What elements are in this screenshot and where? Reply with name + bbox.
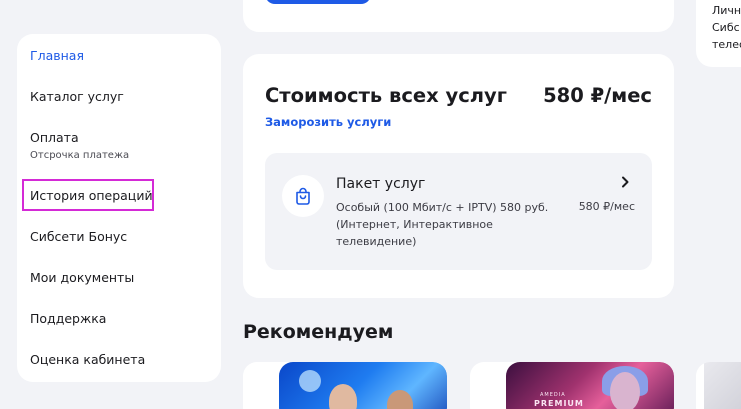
sidebar-item-payment[interactable]: Оплата [30, 130, 79, 145]
sidebar-item-payment-sub[interactable]: Отсрочка платежа [30, 150, 129, 161]
recommend-card[interactable] [243, 362, 447, 409]
recommend-card[interactable]: AMEDIA PREMIUM [470, 362, 674, 409]
premium-logo: PREMIUM [534, 399, 584, 408]
cost-title: Стоимость всех услуг [265, 84, 507, 107]
top-action-button[interactable] [265, 0, 371, 4]
right-panel: Личн Сибс телес [696, 0, 741, 67]
amedia-logo-small: AMEDIA [540, 392, 566, 398]
recommend-card-image [704, 362, 741, 409]
sidebar-item-history[interactable]: История операций [30, 188, 153, 203]
cost-total: 580 ₽/мес [543, 84, 652, 107]
recommend-card-image [279, 362, 447, 409]
package-icon-container [282, 175, 324, 217]
right-panel-line: телес [712, 38, 741, 51]
shopping-bag-icon [296, 187, 310, 205]
sidebar-item-documents[interactable]: Мои документы [30, 270, 134, 285]
right-panel-line: Личн [712, 4, 741, 17]
person-graphic [329, 384, 357, 409]
sidebar-item-home[interactable]: Главная [30, 48, 84, 63]
recommend-card[interactable] [696, 362, 741, 409]
service-package-item[interactable]: Пакет услуг Особый (100 Мбит/с + IPTV) 5… [265, 153, 652, 270]
person-graphic [610, 372, 640, 409]
package-price: 580 ₽/мес [578, 200, 635, 213]
freeze-services-link[interactable]: Заморозить услуги [265, 115, 391, 129]
light-bulb-graphic [299, 370, 321, 392]
person-graphic [387, 390, 413, 409]
sidebar-item-support[interactable]: Поддержка [30, 311, 106, 326]
sidebar-item-bonus[interactable]: Сибсети Бонус [30, 229, 127, 244]
recommend-heading: Рекомендуем [243, 321, 394, 343]
services-cost-card: Стоимость всех услуг 580 ₽/мес Заморозит… [243, 54, 674, 298]
right-panel-line: Сибс [712, 21, 740, 34]
sidebar-item-catalog[interactable]: Каталог услуг [30, 89, 124, 104]
recommend-card-image: AMEDIA PREMIUM [506, 362, 674, 409]
package-description: Особый (100 Мбит/с + IPTV) 580 руб. (Инт… [336, 201, 549, 248]
package-title: Пакет услуг [336, 176, 426, 192]
top-card [243, 0, 674, 32]
sidebar-item-rating[interactable]: Оценка кабинета [30, 352, 145, 367]
sidebar: Главная Каталог услуг Оплата Отсрочка пл… [17, 34, 221, 382]
chevron-right-icon[interactable] [618, 175, 632, 189]
